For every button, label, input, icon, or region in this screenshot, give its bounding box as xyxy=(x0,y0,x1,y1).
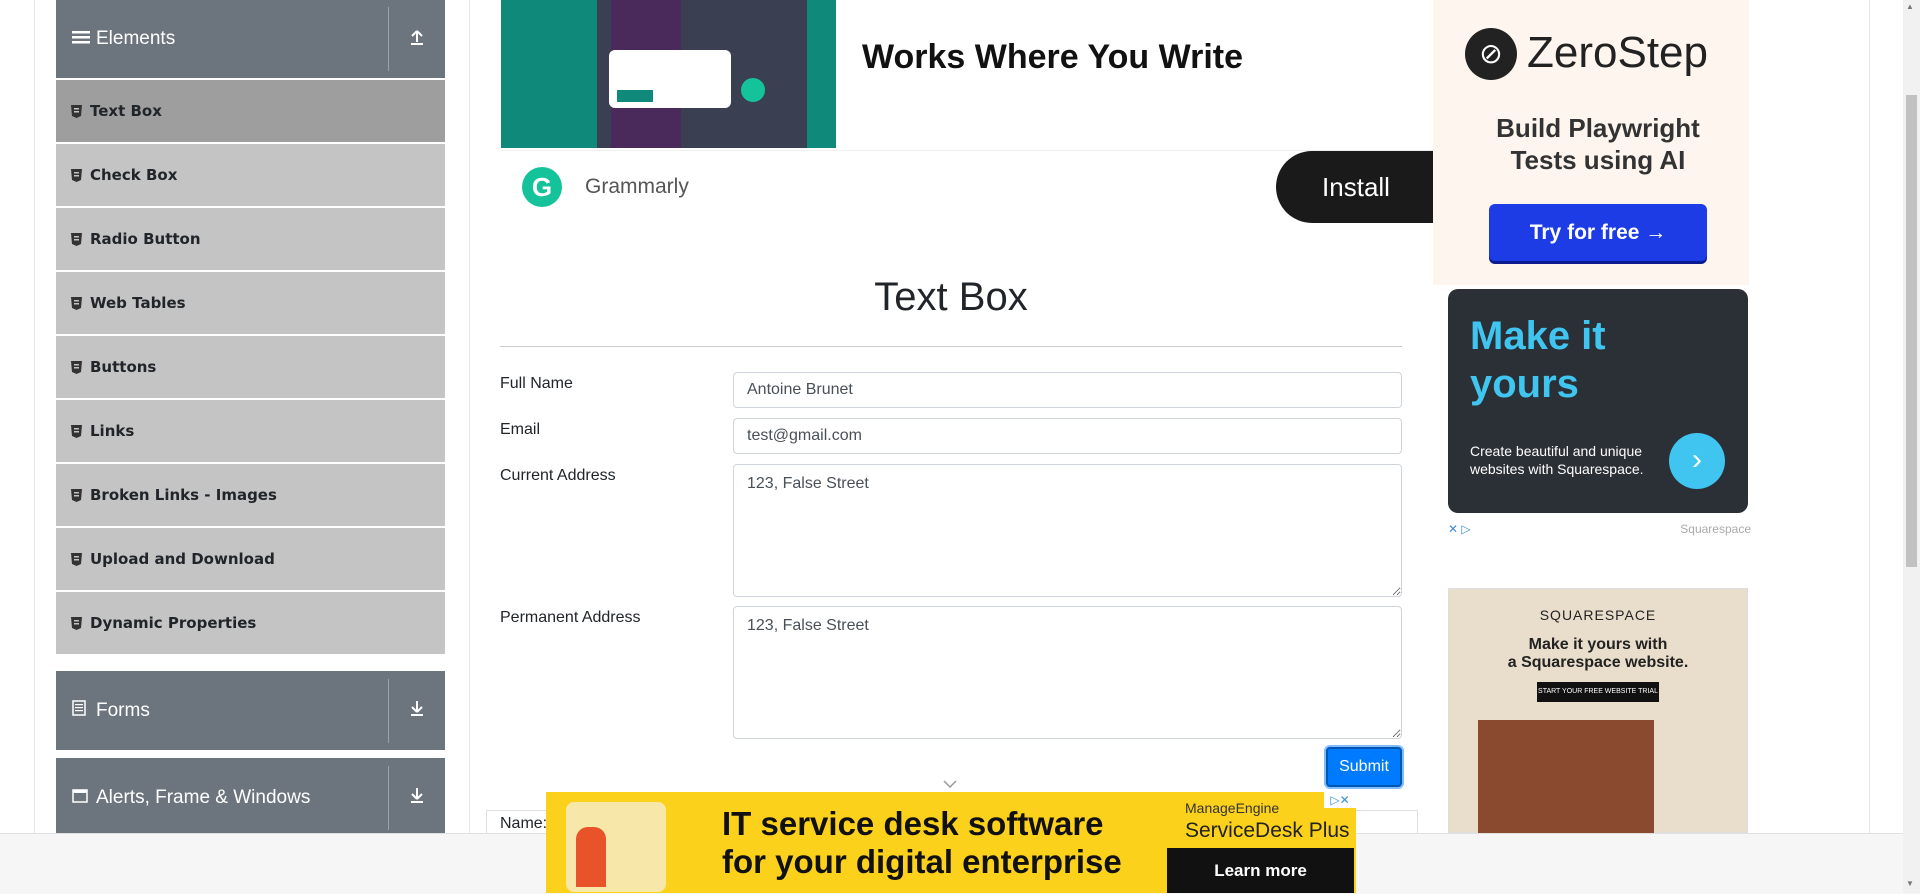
start-trial-button[interactable]: START YOUR FREE WEBSITE TRIAL xyxy=(1537,682,1659,702)
html5-icon xyxy=(71,104,82,118)
squarespace-brand-2: SQUARESPACE xyxy=(1539,607,1657,623)
sidebar-item-dynamic-properties[interactable]: Dynamic Properties xyxy=(56,592,445,654)
forms-group-header[interactable]: Forms xyxy=(56,671,445,750)
zerostep-logo-icon: ⊘ xyxy=(1465,28,1517,80)
sidebar-item-web-tables[interactable]: Web Tables xyxy=(56,272,445,334)
sidebar-item-upload-download[interactable]: Upload and Download xyxy=(56,528,445,590)
window-icon xyxy=(72,787,94,808)
learn-more-button[interactable]: Learn more xyxy=(1167,848,1354,893)
permanent-address-textarea[interactable]: 123, False Street xyxy=(733,606,1402,739)
sidebar-item-links[interactable]: Links xyxy=(56,400,445,462)
hamburger-icon xyxy=(72,29,94,50)
zerostep-headline-1: Build Playwright xyxy=(1496,113,1700,143)
squarespace2-headline-2: a Squarespace website. xyxy=(1507,654,1689,671)
document-icon xyxy=(72,700,94,721)
submit-button[interactable]: Submit xyxy=(1326,747,1402,787)
full-name-input[interactable] xyxy=(733,372,1402,408)
grammarly-headline[interactable]: Works Where You Write xyxy=(862,38,1243,77)
html5-icon xyxy=(71,488,82,502)
sidebar-item-label: Text Box xyxy=(90,102,162,120)
html5-icon xyxy=(71,168,82,182)
sidebar-item-check-box[interactable]: Check Box xyxy=(56,144,445,206)
ad-close-icon[interactable]: ✕ ▷ xyxy=(1448,522,1471,536)
elements-group-header[interactable]: Elements xyxy=(56,0,445,78)
servicedesk-headline-1: IT service desk software xyxy=(722,805,1104,842)
sidebar-item-label: Upload and Download xyxy=(90,550,275,568)
page-left-border xyxy=(34,0,35,833)
chevron-right-icon[interactable]: › xyxy=(1669,433,1725,489)
sidebar-item-label: Check Box xyxy=(90,166,178,184)
email-label: Email xyxy=(500,421,541,438)
servicedesk-headline-2: for your digital enterprise xyxy=(722,843,1122,880)
email-input[interactable] xyxy=(733,418,1402,454)
html5-icon xyxy=(71,360,82,374)
sidebar-item-label: Buttons xyxy=(90,358,157,376)
alerts-group-header[interactable]: Alerts, Frame & Windows xyxy=(56,758,445,837)
title-divider xyxy=(500,346,1402,347)
full-name-label: Full Name xyxy=(500,375,573,392)
html5-icon xyxy=(71,552,82,566)
try-for-free-button[interactable]: Try for free → xyxy=(1489,204,1707,261)
html5-icon xyxy=(71,616,82,630)
sidebar-divider xyxy=(469,0,470,833)
zerostep-brand: ZeroStep xyxy=(1527,28,1708,77)
squarespace-subtext: Create beautiful and unique websites wit… xyxy=(1470,443,1644,477)
html5-icon xyxy=(71,296,82,310)
permanent-address-label: Permanent Address xyxy=(500,609,641,626)
squarespace-brand[interactable]: Squarespace xyxy=(1680,522,1751,536)
page-title: Text Box xyxy=(874,275,1028,319)
sidebar-item-label: Links xyxy=(90,422,135,440)
ad-footer: ✕ ▷ Squarespace xyxy=(1448,522,1751,536)
sidebar-item-label: Web Tables xyxy=(90,294,186,312)
sidebar-item-buttons[interactable]: Buttons xyxy=(56,336,445,398)
sidebar-item-label: Radio Button xyxy=(90,230,201,248)
sidebar-item-label: Dynamic Properties xyxy=(90,614,257,632)
scroll-up-icon[interactable]: ▲ xyxy=(1906,2,1914,11)
grammarly-logo-icon: G xyxy=(522,167,562,207)
output-name-label: Name: xyxy=(500,815,548,832)
page-right-border xyxy=(1869,0,1870,833)
scroll-down-icon[interactable]: ▼ xyxy=(1906,879,1914,888)
squarespace-headline-2: yours xyxy=(1470,362,1579,406)
current-address-textarea[interactable]: 123, False Street xyxy=(733,464,1402,597)
download-arrow-icon[interactable] xyxy=(389,699,445,722)
servicedesk-brand: ServiceDesk Plus xyxy=(1185,819,1350,842)
chevron-down-icon xyxy=(943,775,957,791)
scrollbar-thumb[interactable] xyxy=(1906,95,1917,567)
sidebar-item-label: Broken Links - Images xyxy=(90,486,277,504)
group-label: Elements xyxy=(96,28,176,49)
html5-icon xyxy=(71,232,82,246)
manageengine-brand: ManageEngine xyxy=(1185,800,1280,816)
sidebar-item-broken-links[interactable]: Broken Links - Images xyxy=(56,464,445,526)
download-arrow-icon[interactable] xyxy=(389,786,445,809)
html5-icon xyxy=(71,424,82,438)
group-label: Forms xyxy=(96,699,150,721)
ad-close-icon[interactable]: ▷✕ xyxy=(1324,792,1356,808)
grammarly-ad-image[interactable] xyxy=(501,0,836,148)
sidebar-item-text-box[interactable]: Text Box xyxy=(56,80,445,142)
upload-arrow-icon[interactable] xyxy=(389,28,445,51)
squarespace2-headline-1: Make it yours with xyxy=(1528,636,1668,653)
zerostep-headline-2: Tests using AI xyxy=(1510,145,1686,175)
group-label: Alerts, Frame & Windows xyxy=(96,786,311,808)
sidebar-item-radio-button[interactable]: Radio Button xyxy=(56,208,445,270)
current-address-label: Current Address xyxy=(500,467,616,484)
ad-product-image xyxy=(1478,720,1654,833)
grammarly-brand[interactable]: Grammarly xyxy=(585,175,689,199)
squarespace-headline-1: Make it xyxy=(1470,314,1606,358)
